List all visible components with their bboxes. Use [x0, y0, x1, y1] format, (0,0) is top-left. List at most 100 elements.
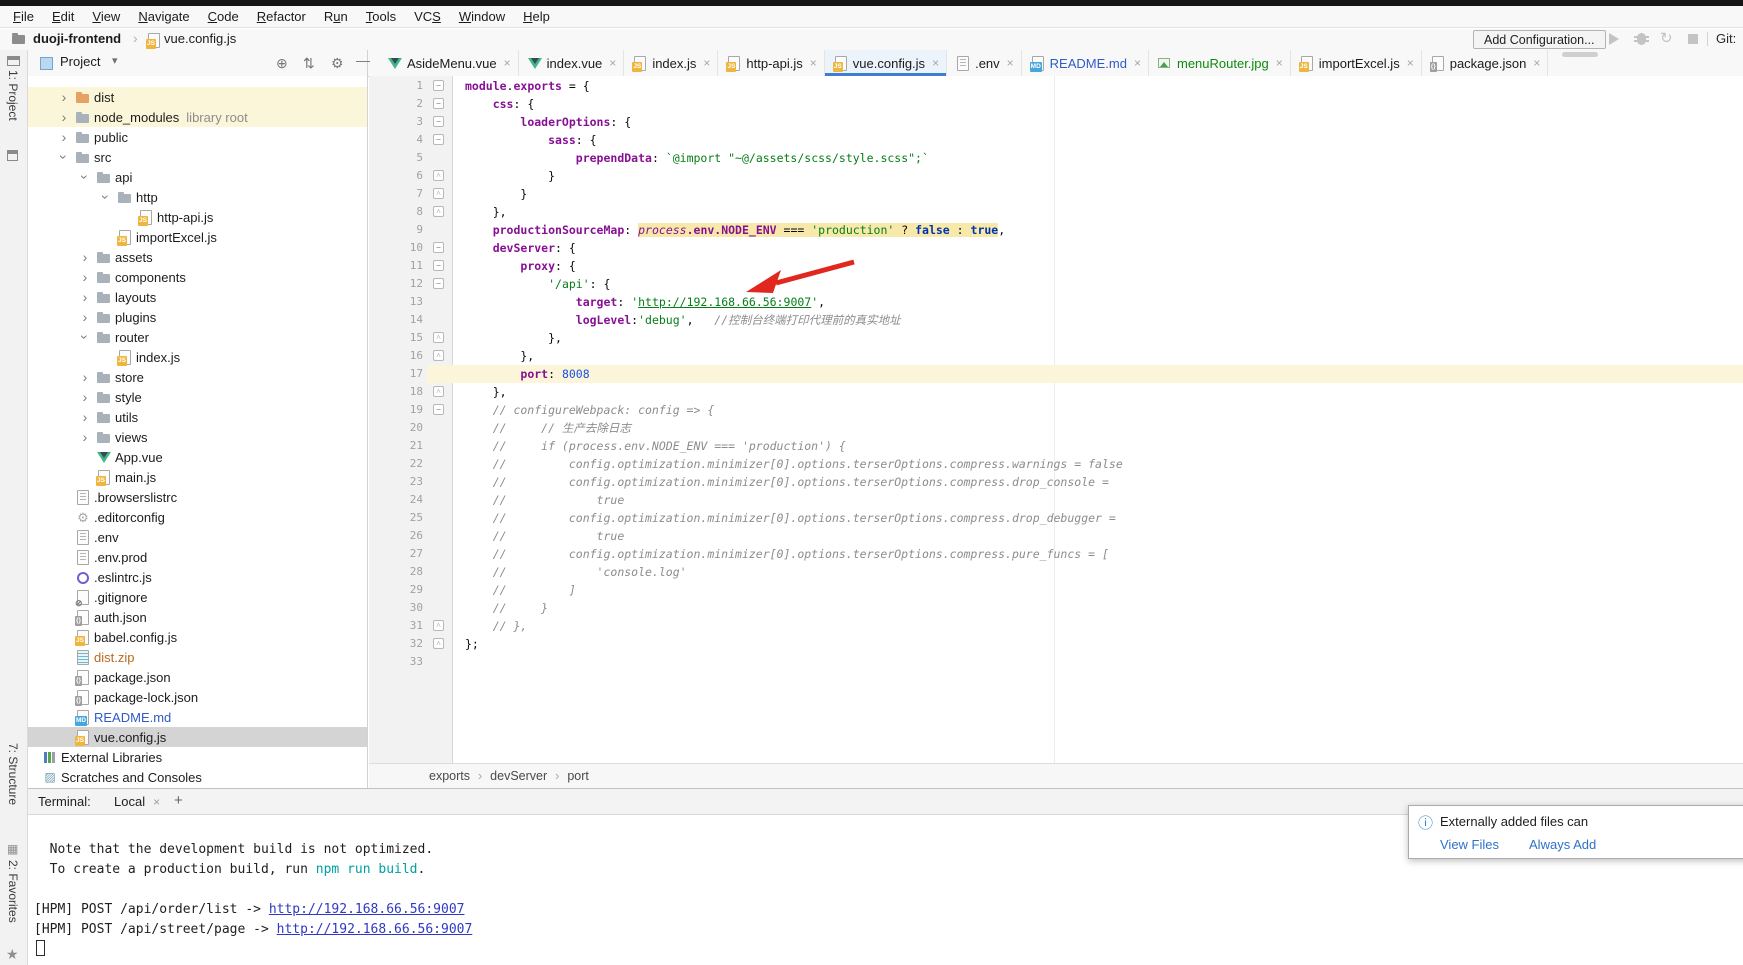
fold-icon[interactable]: − [433, 260, 444, 271]
close-icon[interactable]: × [932, 56, 939, 70]
tab-scrollbar[interactable] [1562, 52, 1598, 57]
tree-item-editorconfig[interactable]: ⚙.editorconfig [28, 507, 367, 527]
tree-item-main-js[interactable]: JSmain.js [28, 467, 367, 487]
fold-icon[interactable]: − [433, 242, 444, 253]
tree-item-router[interactable]: ›router [28, 327, 367, 347]
terminal-link[interactable]: http://192.168.66.56:9007 [269, 902, 465, 917]
tree-item-assets[interactable]: ›assets [28, 247, 367, 267]
tree-item-style[interactable]: ›style [28, 387, 367, 407]
fold-icon[interactable]: − [433, 278, 444, 289]
tab-index-js[interactable]: JSindex.js× [624, 50, 718, 76]
chevron-icon[interactable]: › [78, 310, 92, 324]
tab-env[interactable]: .env× [947, 50, 1022, 76]
tree-item-env-prod[interactable]: .env.prod [28, 547, 367, 567]
fold-icon[interactable]: ˄ [433, 332, 444, 343]
tree-item-plugins[interactable]: ›plugins [28, 307, 367, 327]
git-branch-widget[interactable]: Git: [1716, 31, 1736, 46]
breadcrumb-file[interactable]: vue.config.js [164, 31, 236, 46]
menu-vcs[interactable]: VCS [405, 6, 450, 28]
tab-http-api-js[interactable]: JShttp-api.js× [718, 50, 824, 76]
tree-item-app-vue[interactable]: App.vue [28, 447, 367, 467]
fold-icon[interactable]: − [433, 98, 444, 109]
breadcrumb-exports[interactable]: exports [429, 769, 470, 783]
tree-item-vue-config-js[interactable]: JSvue.config.js [28, 727, 367, 747]
chevron-down-icon[interactable]: ▾ [112, 54, 118, 67]
close-icon[interactable]: × [153, 795, 160, 809]
menu-run[interactable]: Run [315, 6, 357, 28]
chevron-icon[interactable]: › [78, 290, 92, 304]
tab-package-json[interactable]: {}package.json× [1422, 50, 1549, 76]
tree-item-external-libraries[interactable]: External Libraries [28, 747, 367, 767]
fold-icon[interactable]: ˄ [433, 638, 444, 649]
tree-item-dist[interactable]: ›dist [28, 87, 367, 107]
tab-readme-md[interactable]: MDREADME.md× [1022, 50, 1149, 76]
close-icon[interactable]: × [703, 56, 710, 70]
tree-item-layouts[interactable]: ›layouts [28, 287, 367, 307]
menu-tools[interactable]: Tools [357, 6, 405, 28]
chevron-icon[interactable]: › [57, 150, 71, 164]
menu-window[interactable]: Window [450, 6, 514, 28]
tree-item-auth-json[interactable]: {}auth.json [28, 607, 367, 627]
project-panel-title[interactable]: Project [60, 54, 100, 69]
tree-item-index-js[interactable]: JSindex.js [28, 347, 367, 367]
close-icon[interactable]: × [1134, 56, 1141, 70]
menu-refactor[interactable]: Refactor [248, 6, 315, 28]
stripe-structure-button[interactable]: 7: Structure [6, 743, 20, 805]
fold-icon[interactable]: − [433, 404, 444, 415]
breadcrumb-project[interactable]: duoji-frontend [33, 31, 121, 46]
code-editor[interactable]: 1−module.exports = {2− css: {3− loaderOp… [369, 76, 1743, 763]
fold-icon[interactable]: − [433, 116, 444, 127]
tab-vue-config-js[interactable]: JSvue.config.js× [825, 50, 947, 76]
chevron-icon[interactable]: › [78, 370, 92, 384]
tree-item-views[interactable]: ›views [28, 427, 367, 447]
tree-item-eslintrc-js[interactable]: .eslintrc.js [28, 567, 367, 587]
fold-icon[interactable]: − [433, 134, 444, 145]
chevron-icon[interactable]: › [57, 130, 71, 144]
grid-icon[interactable]: ▦ [7, 842, 18, 856]
close-icon[interactable]: × [1007, 56, 1014, 70]
chevron-icon[interactable]: › [57, 110, 71, 124]
chevron-icon[interactable]: › [78, 410, 92, 424]
close-icon[interactable]: × [1407, 56, 1414, 70]
menu-navigate[interactable]: Navigate [129, 6, 198, 28]
chevron-icon[interactable]: › [78, 330, 92, 344]
view-files-link[interactable]: View Files [1440, 837, 1499, 852]
tree-item-dist-zip[interactable]: dist.zip [28, 647, 367, 667]
tree-item-store[interactable]: ›store [28, 367, 367, 387]
fold-icon[interactable]: ˄ [433, 350, 444, 361]
tree-item-browserslistrc[interactable]: .browserslistrc [28, 487, 367, 507]
tab-asidemenu-vue[interactable]: AsideMenu.vue× [379, 50, 519, 76]
tree-item-scratches-and-consoles[interactable]: ▨Scratches and Consoles [28, 767, 367, 787]
fold-icon[interactable]: ˄ [433, 386, 444, 397]
locate-file-icon[interactable]: ⊕ [276, 54, 288, 72]
tree-item-public[interactable]: ›public [28, 127, 367, 147]
fold-icon[interactable]: ˄ [433, 206, 444, 217]
gear-icon[interactable]: ⚙ [331, 54, 344, 72]
stop-icon[interactable] [1688, 34, 1698, 44]
add-configuration-button[interactable]: Add Configuration... [1473, 30, 1606, 49]
chevron-icon[interactable]: › [78, 250, 92, 264]
stripe-project-button[interactable]: 1: Project [6, 70, 20, 121]
always-add-link[interactable]: Always Add [1529, 837, 1596, 852]
tool-windows-icon[interactable] [7, 56, 20, 66]
tree-item-node-modules[interactable]: ›node_moduleslibrary root [28, 107, 367, 127]
stripe-favorites-button[interactable]: 2: Favorites [6, 860, 20, 923]
menu-edit[interactable]: Edit [43, 6, 83, 28]
debug-icon[interactable] [1637, 33, 1646, 45]
terminal-tab-local[interactable]: Local× [114, 794, 160, 809]
hide-panel-icon[interactable]: — [356, 51, 370, 69]
fold-icon[interactable]: ˄ [433, 188, 444, 199]
stripe-tool-icon[interactable] [7, 150, 18, 161]
terminal-link[interactable]: http://192.168.66.56:9007 [277, 922, 473, 937]
profiler-icon[interactable]: ↻ [1660, 29, 1673, 47]
run-icon[interactable] [1609, 33, 1619, 45]
close-icon[interactable]: × [810, 56, 817, 70]
chevron-icon[interactable]: › [78, 390, 92, 404]
tree-item-package-lock-json[interactable]: {}package-lock.json [28, 687, 367, 707]
close-icon[interactable]: × [1276, 56, 1283, 70]
close-icon[interactable]: × [609, 56, 616, 70]
tree-item-readme-md[interactable]: MDREADME.md [28, 707, 367, 727]
tab-index-vue[interactable]: index.vue× [519, 50, 625, 76]
fold-icon[interactable]: ˄ [433, 620, 444, 631]
close-icon[interactable]: × [504, 56, 511, 70]
